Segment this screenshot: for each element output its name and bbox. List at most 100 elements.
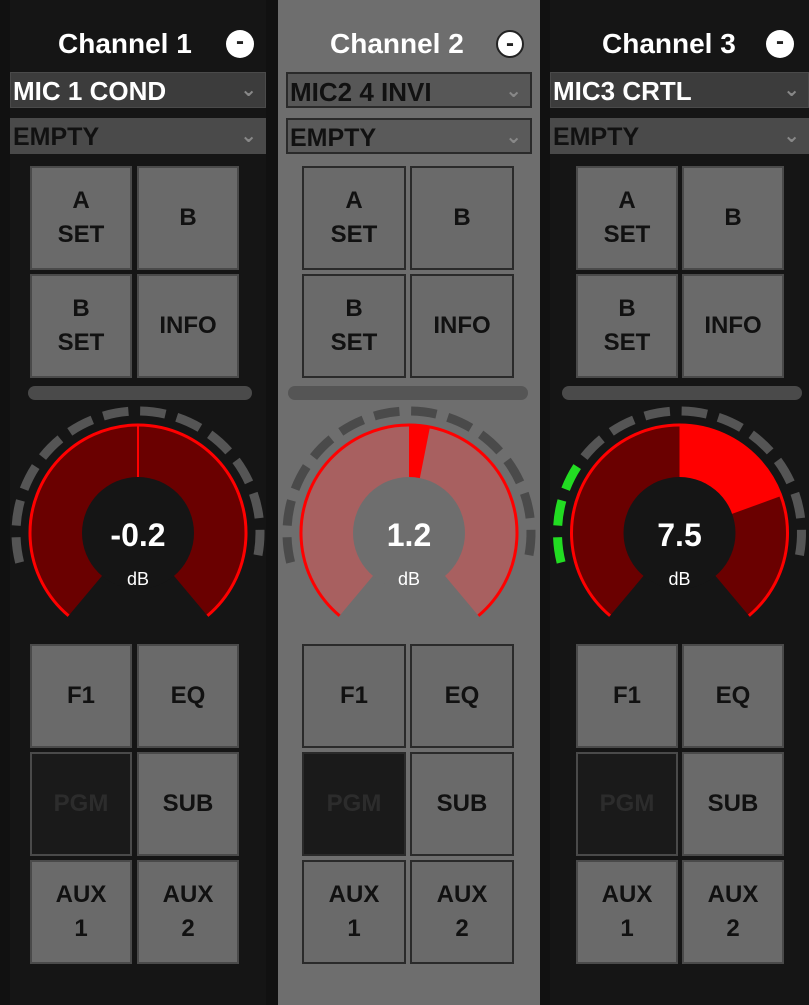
chevron-down-icon: ⌄ xyxy=(240,79,257,101)
b-set-button[interactable]: B SET xyxy=(30,274,132,378)
eq-button[interactable]: EQ xyxy=(682,644,784,748)
slot-select[interactable]: EMPTY ⌄ xyxy=(550,118,809,154)
gain-unit: dB xyxy=(397,569,421,589)
gain-unit: dB xyxy=(668,569,691,589)
mic-source-value: MIC 1 COND xyxy=(13,76,167,106)
eq-button[interactable]: EQ xyxy=(137,644,239,748)
slot-select[interactable]: EMPTY ⌄ xyxy=(10,118,266,154)
mic-source-value: MIC2 4 INVI xyxy=(290,77,432,107)
f1-button[interactable]: F1 xyxy=(576,644,678,748)
remove-channel-button[interactable]: - xyxy=(496,30,524,58)
mic-source-select[interactable]: MIC3 CRTL ⌄ xyxy=(550,72,809,108)
fader-track[interactable] xyxy=(562,386,802,400)
meter-segment xyxy=(232,457,254,485)
aux2-button[interactable]: AUX 2 xyxy=(137,860,239,964)
b-button[interactable]: B xyxy=(410,166,514,270)
gain-value: -0.2 xyxy=(110,517,166,553)
channel-header: Channel 1 - xyxy=(10,12,266,72)
remove-channel-button[interactable]: - xyxy=(766,30,794,58)
a-set-button[interactable]: A SET xyxy=(30,166,132,270)
chevron-down-icon: ⌄ xyxy=(240,125,257,147)
chevron-down-icon: ⌄ xyxy=(783,125,800,147)
meter-segment xyxy=(290,464,311,491)
sub-button[interactable]: SUB xyxy=(137,752,239,856)
aux1-button[interactable]: AUX 1 xyxy=(302,860,406,964)
meter-segment xyxy=(503,457,525,485)
slot-value: EMPTY xyxy=(290,124,377,152)
channel-header: Channel 3 - xyxy=(550,12,809,72)
b-set-button[interactable]: B SET xyxy=(302,274,406,378)
info-button[interactable]: INFO xyxy=(410,274,514,378)
meter-segment xyxy=(561,464,582,491)
meter-segment xyxy=(410,406,438,419)
meter-segment xyxy=(446,413,474,432)
meter-segment xyxy=(19,464,40,491)
gain-knob[interactable]: 1.2 dB xyxy=(278,405,540,635)
gain-unit: dB xyxy=(126,569,150,589)
gain-value: 7.5 xyxy=(657,517,702,553)
meter-segment xyxy=(643,406,671,421)
meter-segment xyxy=(175,413,203,432)
aux2-button[interactable]: AUX 2 xyxy=(410,860,514,964)
meter-segment xyxy=(790,491,806,519)
mic-source-select[interactable]: MIC2 4 INVI ⌄ xyxy=(286,72,532,108)
f1-button[interactable]: F1 xyxy=(302,644,406,748)
mic-source-select[interactable]: MIC 1 COND ⌄ xyxy=(10,72,266,108)
meter-segment xyxy=(139,406,167,419)
channel-title: Channel 2 xyxy=(330,28,464,59)
meter-segment xyxy=(716,413,744,432)
aux1-button[interactable]: AUX 1 xyxy=(576,860,678,964)
meter-segment xyxy=(580,435,605,460)
pgm-button[interactable]: PGM xyxy=(576,752,678,856)
remove-channel-button[interactable]: - xyxy=(226,30,254,58)
meter-segment xyxy=(748,430,774,455)
aux1-button[interactable]: AUX 1 xyxy=(30,860,132,964)
sub-button[interactable]: SUB xyxy=(682,752,784,856)
b-button[interactable]: B xyxy=(682,166,784,270)
sub-button[interactable]: SUB xyxy=(410,752,514,856)
meter-segment xyxy=(520,491,535,519)
info-button[interactable]: INFO xyxy=(137,274,239,378)
aux2-button[interactable]: AUX 2 xyxy=(682,860,784,964)
chevron-down-icon: ⌄ xyxy=(505,126,522,148)
fader-track[interactable] xyxy=(28,386,252,400)
slot-select[interactable]: EMPTY ⌄ xyxy=(286,118,532,154)
pgm-button[interactable]: PGM xyxy=(30,752,132,856)
meter-segment xyxy=(102,406,129,421)
channel-strip-1: Channel 1 - MIC 1 COND ⌄ EMPTY ⌄ A SET B… xyxy=(10,0,266,1005)
eq-button[interactable]: EQ xyxy=(410,644,514,748)
gain-knob[interactable]: 7.5 dB xyxy=(550,405,809,635)
f1-button[interactable]: F1 xyxy=(30,644,132,748)
channel-header: Channel 2 - xyxy=(278,12,540,72)
meter-segment xyxy=(206,430,233,455)
mixer-panel: Channel 1 - MIC 1 COND ⌄ EMPTY ⌄ A SET B… xyxy=(0,0,809,1005)
channel-title: Channel 3 xyxy=(602,28,736,59)
meter-segment xyxy=(373,406,400,421)
fader-track[interactable] xyxy=(288,386,528,400)
meter-segment xyxy=(608,415,636,436)
b-button[interactable]: B xyxy=(137,166,239,270)
channel-strip-2: Channel 2 - MIC2 4 INVI ⌄ EMPTY ⌄ A SET … xyxy=(278,0,540,1005)
channel-title: Channel 1 xyxy=(58,28,192,59)
channel-strip-3: Channel 3 - MIC3 CRTL ⌄ EMPTY ⌄ A SET B … xyxy=(550,0,809,1005)
info-button[interactable]: INFO xyxy=(682,274,784,378)
pgm-button[interactable]: PGM xyxy=(302,752,406,856)
meter-segment xyxy=(681,406,708,419)
slot-value: EMPTY xyxy=(553,123,640,151)
chevron-down-icon: ⌄ xyxy=(783,79,800,101)
gain-knob[interactable]: -0.2 dB xyxy=(10,405,266,635)
meter-segment xyxy=(338,415,366,436)
meter-segment xyxy=(773,457,795,485)
meter-segment xyxy=(249,491,264,519)
mic-source-value: MIC3 CRTL xyxy=(553,76,692,106)
meter-segment xyxy=(477,430,504,455)
a-set-button[interactable]: A SET xyxy=(302,166,406,270)
meter-segment xyxy=(39,435,64,460)
slot-value: EMPTY xyxy=(13,123,100,151)
b-set-button[interactable]: B SET xyxy=(576,274,678,378)
a-set-button[interactable]: A SET xyxy=(576,166,678,270)
meter-segment xyxy=(310,435,335,460)
gain-value: 1.2 xyxy=(386,517,432,553)
chevron-down-icon: ⌄ xyxy=(505,80,522,102)
meter-segment xyxy=(67,415,95,436)
